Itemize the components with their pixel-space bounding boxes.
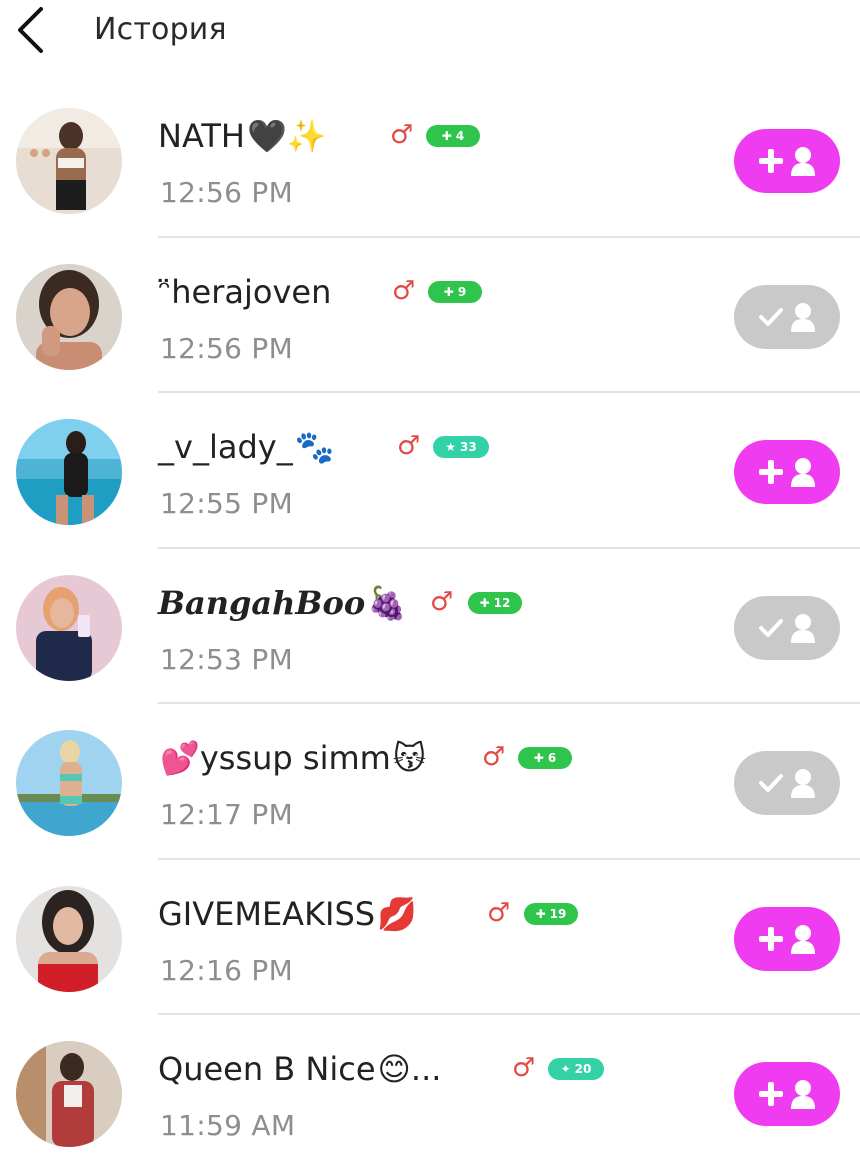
- male-symbol-icon: ♂: [392, 275, 416, 306]
- page-title: История: [94, 12, 227, 47]
- name-decoration-emoji: 🖤✨: [246, 117, 327, 155]
- history-list: NATH 🖤✨ ♂ ✚ 4 12:56 PM ᵔ̈ herajoven ♂ ✚ …: [0, 82, 860, 1156]
- username: BangahBoo: [158, 583, 366, 622]
- list-item[interactable]: _v_lady_ 🐾 ♂ ★ 33 12:55 PM: [0, 393, 860, 549]
- plus-icon: [759, 460, 783, 484]
- male-symbol-icon: ♂: [487, 897, 511, 928]
- male-symbol-icon: ♂: [390, 120, 414, 150]
- plus-icon: ✚: [443, 284, 454, 299]
- plus-icon: [759, 1082, 783, 1106]
- follow-button[interactable]: [734, 906, 840, 971]
- user-icon: [791, 302, 815, 332]
- plus-icon: [759, 149, 783, 173]
- user-icon: [791, 769, 815, 798]
- username: NATH: [158, 117, 245, 155]
- avatar[interactable]: [16, 574, 122, 681]
- list-item[interactable]: 💕 yssup simm 😽 ♂ ✚ 6 12:17 PM: [0, 704, 860, 860]
- timestamp: 12:56 PM: [160, 176, 294, 209]
- level-badge: ✚ 12: [468, 591, 522, 614]
- list-item[interactable]: ᵔ̈ herajoven ♂ ✚ 9 12:56 PM: [0, 238, 860, 393]
- check-icon: [759, 774, 783, 792]
- timestamp: 12:55 PM: [160, 487, 294, 520]
- plus-icon: ✚: [479, 595, 490, 610]
- avatar[interactable]: [16, 263, 122, 370]
- user-icon: [791, 147, 815, 176]
- list-item[interactable]: GIVEMEAKISS 💋 ♂ ✚ 19 12:16 PM: [0, 860, 860, 1015]
- username: Queen B Nice: [158, 1050, 376, 1088]
- user-icon: [791, 613, 815, 643]
- username-line: Queen B Nice 😊...: [158, 1045, 441, 1093]
- user-icon: [791, 1080, 815, 1109]
- username-line: BangahBoo 🍇: [158, 579, 407, 627]
- timestamp: 12:16 PM: [160, 953, 294, 987]
- username: _v_lady_: [158, 428, 293, 466]
- follow-button[interactable]: [734, 1062, 840, 1126]
- chevron-left-icon: [18, 7, 43, 53]
- user-icon: [791, 458, 815, 487]
- list-item[interactable]: NATH 🖤✨ ♂ ✚ 4 12:56 PM: [0, 82, 860, 238]
- back-button[interactable]: [8, 4, 52, 56]
- avatar[interactable]: [16, 885, 122, 992]
- level-badge: ✚ 19: [524, 902, 578, 925]
- username: GIVEMEAKISS: [158, 894, 376, 933]
- user-icon: [791, 924, 815, 954]
- male-symbol-icon: ♂: [397, 431, 421, 461]
- plus-icon: ✚: [535, 906, 546, 921]
- level-badge: ✚ 4: [426, 125, 480, 147]
- following-button[interactable]: [734, 595, 840, 660]
- follow-button[interactable]: [734, 440, 840, 504]
- name-decoration-emoji: 🐾: [294, 428, 335, 466]
- list-item[interactable]: Queen B Nice 😊... ♂ ✦ 20 11:59 AM: [0, 1015, 860, 1156]
- check-icon: [759, 618, 783, 637]
- header: История: [0, 0, 860, 70]
- male-symbol-icon: ♂: [430, 586, 454, 617]
- star-icon: ★: [445, 440, 457, 454]
- following-button[interactable]: [734, 751, 840, 815]
- username-line: 💕 yssup simm 😽: [158, 734, 426, 782]
- avatar[interactable]: [16, 730, 122, 836]
- avatar[interactable]: [16, 1041, 122, 1147]
- check-icon: [759, 307, 783, 326]
- username-line: _v_lady_ 🐾: [158, 423, 335, 471]
- name-decoration-emoji: 🍇: [367, 583, 407, 622]
- name-decoration-emoji: 💋: [377, 894, 417, 933]
- list-item[interactable]: BangahBoo 🍇 ♂ ✚ 12 12:53 PM: [0, 549, 860, 704]
- plus-icon: [759, 926, 783, 951]
- name-prefix-emoji: 💕: [160, 739, 200, 777]
- username: herajoven: [171, 272, 332, 311]
- level-badge: ✚ 6: [518, 747, 572, 769]
- following-button[interactable]: [734, 284, 840, 349]
- level-badge: ★ 33: [433, 436, 489, 458]
- diamond-icon: ✦: [560, 1062, 571, 1076]
- username-prefix: ᵔ̈: [158, 272, 172, 311]
- name-decoration-emoji: 😊...: [377, 1050, 442, 1088]
- username-line: ᵔ̈ herajoven: [158, 268, 331, 316]
- follow-button[interactable]: [734, 129, 840, 193]
- male-symbol-icon: ♂: [512, 1053, 536, 1083]
- level-badge: ✚ 9: [428, 280, 482, 303]
- avatar[interactable]: [16, 108, 122, 214]
- male-symbol-icon: ♂: [482, 742, 506, 772]
- plus-icon: ✚: [533, 751, 544, 765]
- timestamp: 12:17 PM: [160, 798, 294, 831]
- username: yssup simm: [199, 739, 391, 777]
- username-line: NATH 🖤✨: [158, 112, 327, 160]
- username-line: GIVEMEAKISS 💋: [158, 890, 417, 938]
- timestamp: 12:56 PM: [160, 331, 294, 365]
- level-badge: ✦ 20: [548, 1058, 604, 1080]
- name-decoration-emoji: 😽: [392, 739, 427, 777]
- plus-icon: ✚: [441, 129, 452, 143]
- timestamp: 11:59 AM: [160, 1109, 296, 1142]
- avatar[interactable]: [16, 419, 122, 525]
- timestamp: 12:53 PM: [160, 642, 294, 676]
